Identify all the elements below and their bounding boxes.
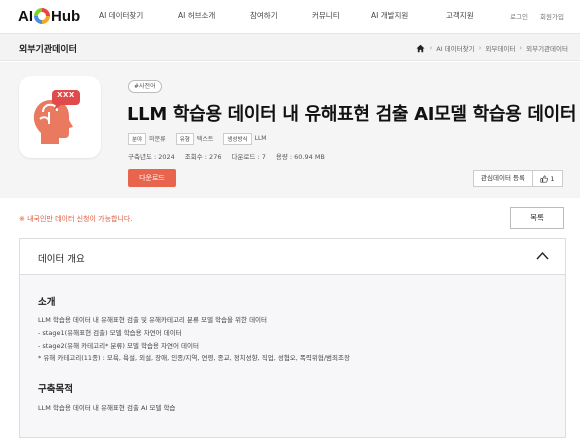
intro-title: 소개 [38,297,56,308]
notice-text: ※ 내국인만 데이터 신청이 가능합니다. [19,215,133,223]
breadcrumb-item[interactable]: 외부데이터 [485,43,515,53]
dataset-summary: XXX #사전어 LLM 학습용 데이터 내 유해표현 검출 AI모델 학습용 … [0,62,580,198]
menu-dev-support[interactable]: AI 개발지원 [371,10,408,21]
login-link[interactable]: 로그인 [510,11,528,21]
sub-header: 외부기관데이터 › AI 데이터찾기 › 외부데이터 › 외부기관데이터 [0,33,580,61]
chevron-right-icon: › [478,44,482,52]
signup-link[interactable]: 회원가입 [540,11,564,21]
page-title: 외부기관데이터 [19,45,77,55]
chevron-right-icon: › [519,44,523,52]
top-navigation: AI Hub AI 데이터찾기 AI 허브소개 참여하기 커뮤니티 AI 개발지… [0,0,580,33]
language-tag-chip[interactable]: #사전어 [128,80,162,93]
menu-community[interactable]: 커뮤니티 [312,10,340,21]
overview-header[interactable]: 데이터 개요 [20,239,565,275]
breadcrumb: › AI 데이터찾기 › 외부데이터 › 외부기관데이터 [416,43,568,53]
main-menu: AI 데이터찾기 AI 허브소개 참여하기 커뮤니티 AI 개발지원 고객지원 [0,10,580,24]
data-overview-panel: 데이터 개요 소개 LLM 학습용 데이터 내 유해표현 검출 및 유해카테고리… [19,238,566,438]
breadcrumb-item-current: 외부기관데이터 [526,45,568,53]
overview-heading: 데이터 개요 [38,254,85,265]
meta-value: LLM [254,135,267,142]
chevron-up-icon[interactable] [536,251,549,260]
dataset-stats: 구축년도 : 2024 조회수 : 276 다운로드 : 7 용량 : 60.9… [128,151,335,161]
thumb-badge-text: XXX [57,91,75,99]
build-year: 구축년도 : 2024 [128,153,175,161]
breadcrumb-item[interactable]: AI 데이터찾기 [436,43,474,53]
like-count: 1 [550,174,555,183]
download-button[interactable]: 다운로드 [128,169,176,187]
chevron-right-icon: › [429,44,433,52]
data-size: 용량 : 60.94 MB [275,153,325,161]
dataset-meta: 분야 미분류 유형 텍스트 생성방식 LLM [128,132,277,145]
intro-line: - stage2(유해 카테고리* 분류) 모델 학습용 자연어 데이터 [38,342,199,350]
home-icon[interactable] [416,44,425,53]
like-button[interactable]: 1 [533,170,563,187]
meta-value: 텍스트 [196,136,214,143]
intro-line: LLM 학습용 데이터 내 유해표현 검출 및 유해카테고리 분류 모델 학습을… [38,316,268,324]
download-count: 다운로드 : 7 [231,153,266,161]
meta-key: 생성방식 [223,132,252,145]
intro-line: * 유해 카테고리(11종) : 모욕, 욕설, 외설, 장애, 인종/지역, … [38,354,350,362]
meta-key: 유형 [175,132,194,145]
view-count: 조회수 : 276 [184,153,222,161]
toxic-speech-head-icon [33,90,80,144]
purpose-title: 구축목적 [38,384,73,395]
purpose-text: LLM 학습용 데이터 내 유해표현 검출 AI 모델 학습 [38,404,176,412]
add-interest-button[interactable]: 관심데이터 등록 [473,170,533,187]
thumbs-up-icon [540,174,549,183]
menu-find-data[interactable]: AI 데이터찾기 [99,10,143,21]
dataset-thumbnail: XXX [19,76,101,158]
menu-about[interactable]: AI 허브소개 [178,10,215,21]
menu-participate[interactable]: 참여하기 [250,10,278,21]
menu-customer-support[interactable]: 고객지원 [446,10,474,21]
list-button[interactable]: 목록 [510,207,564,229]
meta-value: 미분류 [149,136,166,143]
meta-key: 분야 [128,132,147,145]
dataset-title: LLM 학습용 데이터 내 유해표현 검출 AI모델 학습용 데이터 [127,104,577,125]
intro-line: - stage1(유해표현 검출) 모델 학습용 자연어 데이터 [38,329,182,337]
